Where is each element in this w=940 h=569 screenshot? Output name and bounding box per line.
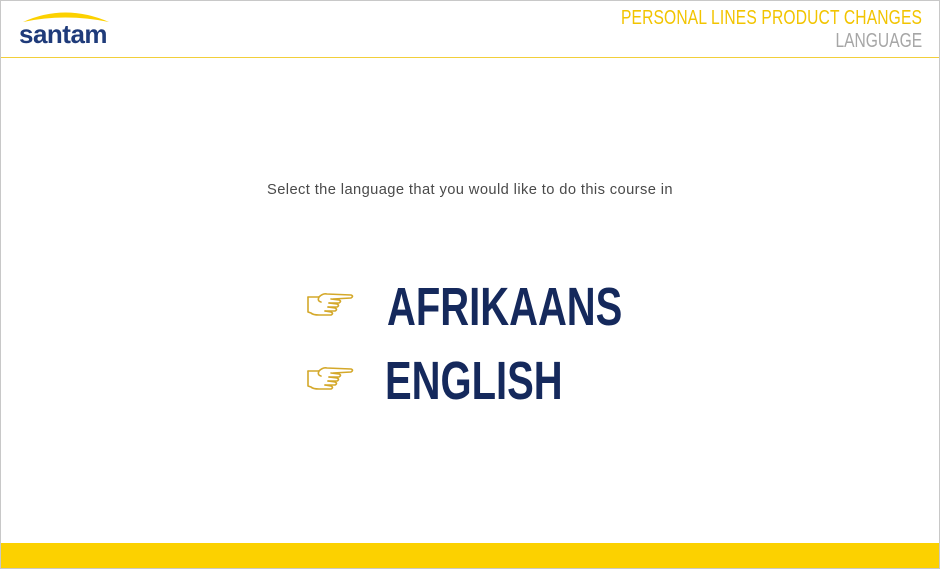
pointing-hand-icon (307, 293, 354, 316)
english-label[interactable]: ENGLISH (385, 353, 563, 409)
santam-logo: santam (17, 9, 117, 51)
afrikaans-label[interactable]: AFRIKAANS (387, 279, 622, 335)
header: santam PERSONAL LINES PRODUCT CHANGES LA… (1, 1, 939, 58)
option-afrikaans[interactable]: AFRIKAANS (305, 279, 622, 335)
pointing-hand-icon (307, 367, 354, 390)
section-title: LANGUAGE (835, 30, 922, 52)
app-frame: santam PERSONAL LINES PRODUCT CHANGES LA… (0, 0, 940, 569)
instruction-text: Select the language that you would like … (267, 181, 673, 198)
course-title: PERSONAL LINES PRODUCT CHANGES (620, 7, 922, 29)
option-english[interactable]: ENGLISH (305, 353, 565, 409)
footer-bar (1, 543, 939, 568)
logo-wordmark: santam (19, 19, 108, 49)
